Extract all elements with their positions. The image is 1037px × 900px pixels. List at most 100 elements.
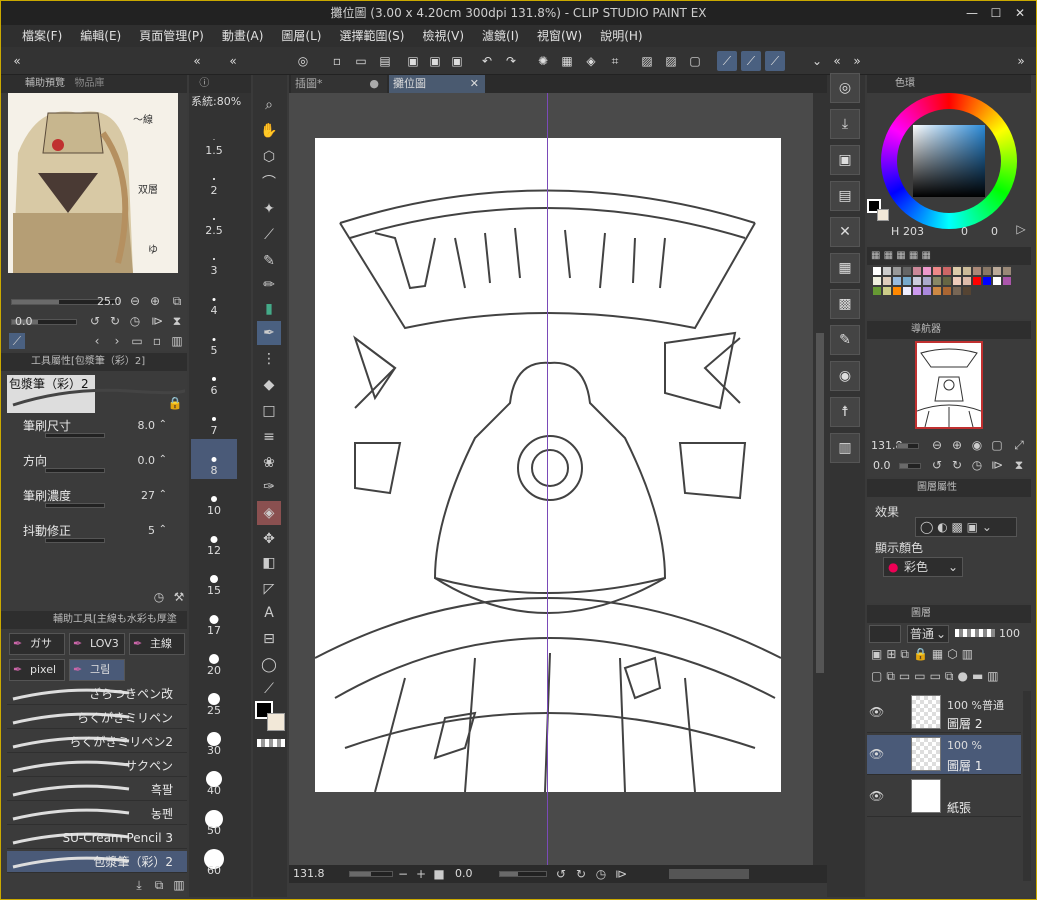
brush-size-item[interactable]: 15 [191,559,237,599]
canvas-rotate-slider[interactable] [499,871,547,877]
sub-tool-group[interactable]: ✒ ガサ [9,633,65,655]
color-swatch[interactable] [873,267,881,275]
sub-tool-group[interactable]: ✒ 그림 [69,659,125,681]
flip-icon[interactable]: ⧐ [613,866,629,882]
layers-scrollbar[interactable] [1023,691,1031,881]
magic-wand-icon[interactable]: ✦ [257,197,281,221]
save-icon[interactable]: ▤ [375,51,395,71]
color-swatch[interactable] [953,267,961,275]
trash-icon[interactable]: ▥ [171,877,187,893]
zoom-in-icon[interactable]: ⊕ [147,293,163,309]
color-swatch[interactable] [903,267,911,275]
snap-ruler-icon[interactable]: ⟋ [717,51,737,71]
color-swatch[interactable] [963,287,971,295]
lasso-tool-icon[interactable]: ⌒ [257,171,281,195]
invert-selection-icon[interactable]: ▨ [661,51,681,71]
trash-icon[interactable]: ▥ [169,333,185,349]
brush-size-item[interactable]: 3 [191,239,237,279]
reset-icon[interactable]: ◷ [969,457,985,473]
color-swatch[interactable] [943,277,951,285]
effect-buttons[interactable]: ◯ ◐ ▩ ▣ ⌄ [915,517,1017,537]
collapse-icon[interactable]: « [223,51,243,71]
color-swatch[interactable] [893,267,901,275]
grid-icon[interactable]: ▦ [830,253,860,283]
brush-size-item[interactable]: 50 [191,799,237,839]
brush-size-item[interactable]: 7 [191,399,237,439]
correct-line-icon[interactable]: ✑ [257,475,281,499]
color-swatch[interactable] [983,267,991,275]
tab-illustration[interactable]: 插圖* ● [291,75,387,93]
menu-edit[interactable]: 編輯(E) [71,25,130,47]
color-swatch[interactable] [933,267,941,275]
redo-icon[interactable]: ↷ [501,51,521,71]
color-swatch[interactable] [943,267,951,275]
sub-tool-item[interactable]: 包漿筆（彩）2 [7,851,187,873]
color-palette[interactable] [869,267,1029,317]
tool-property-row[interactable]: 筆刷尺寸 8.0 ⌃ [9,417,179,447]
zoom-out-icon[interactable]: − [395,866,411,882]
fit-icon[interactable]: ⧉ [169,293,185,309]
sub-color-swatch[interactable] [267,713,285,731]
deselect-icon[interactable]: ▨ [637,51,657,71]
open-folder-icon[interactable]: ▭ [129,333,145,349]
fit-icon[interactable]: ■ [431,866,447,882]
sub-tool-item[interactable]: 농펜 [7,803,187,825]
fill-tool-icon[interactable]: ◈ [257,501,281,525]
menu-filter[interactable]: 濾鏡(I) [473,25,528,47]
balloon-icon[interactable]: ⊟ [257,627,281,651]
sub-color-swatch[interactable] [877,209,889,221]
flip-vertical-icon[interactable]: ⧗ [1011,457,1027,473]
ruler-icon[interactable]: ⟋ [257,677,281,701]
expand-icon[interactable]: » [1011,51,1031,71]
gradient-icon[interactable]: ◧ [257,551,281,575]
tool-property-row[interactable]: 方向 0.0 ⌃ [9,452,179,482]
color-swatch[interactable] [933,277,941,285]
tab-material[interactable]: 物品庫 [75,78,105,89]
brush-size-item[interactable]: 17 [191,599,237,639]
color-swatch[interactable] [973,267,981,275]
property-slider[interactable] [45,468,105,473]
color-swatch[interactable] [993,267,1001,275]
zoom-out-icon[interactable]: ⊖ [929,437,945,453]
eye-icon[interactable]: 👁 [869,705,884,719]
fit-window-icon[interactable]: ▢ [989,437,1005,453]
brush-size-item[interactable]: 2 [191,159,237,199]
rotate-left-icon[interactable]: ↺ [929,457,945,473]
figure-icon[interactable]: ☨ [830,397,860,427]
edit-icon[interactable]: ✎ [830,325,860,355]
color-swatch[interactable] [893,287,901,295]
prev-icon[interactable]: ‹ [89,333,105,349]
collapse-icon[interactable]: « [827,51,847,71]
open-file-icon[interactable]: ▭ [351,51,371,71]
rotate-left-icon[interactable]: ↺ [87,313,103,329]
color-swatch[interactable] [913,277,921,285]
chevron-down-icon[interactable]: ⌄ [807,51,827,71]
layer-actions-row[interactable]: ▢⧉▭▭▭⧉●▬▥ [871,669,1027,687]
close-icon[interactable]: ✕ [1008,1,1032,25]
duplicate-icon[interactable]: ⧉ [151,877,167,893]
wrench-icon[interactable]: ⚒ [171,589,187,605]
brush-size-item[interactable]: 20 [191,639,237,679]
color-swatch[interactable] [963,267,971,275]
canvas-zoom-slider[interactable] [349,871,393,877]
color-swatch[interactable] [953,277,961,285]
rectangle-icon[interactable]: □ [257,399,281,423]
export-png-icon[interactable]: ▣ [425,51,445,71]
snap-grid-icon[interactable]: ⟋ [765,51,785,71]
export-psd-icon[interactable]: ▣ [447,51,467,71]
pattern-icon[interactable]: ▩ [830,289,860,319]
close-box-icon[interactable]: ✕ [830,217,860,247]
zoom-out-icon[interactable]: ⊖ [127,293,143,309]
navigator-preview[interactable] [915,341,983,429]
brush-size-item[interactable]: 1.5 [191,119,237,159]
transform-icon[interactable]: ⌗ [605,51,625,71]
layer-color-select[interactable] [869,625,901,643]
settings-icon[interactable]: ◷ [151,589,167,605]
next-icon[interactable]: › [109,333,125,349]
color-swatch[interactable] [923,287,931,295]
brush-size-item[interactable]: 25 [191,679,237,719]
color-swatch[interactable] [923,277,931,285]
sub-tool-group[interactable]: ✒ pixel [9,659,65,681]
menu-view[interactable]: 檢視(V) [413,25,473,47]
layer-row[interactable]: 👁 100 % 圖層 1 [867,735,1021,775]
